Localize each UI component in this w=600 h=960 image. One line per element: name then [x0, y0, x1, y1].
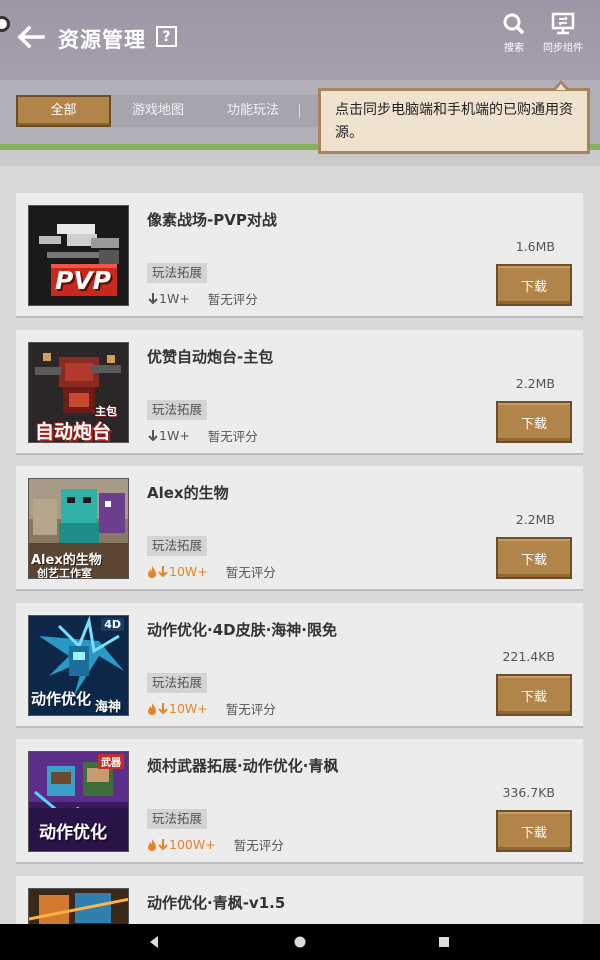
resource-card[interactable]: 动作优化·青枫-v1.5	[16, 876, 583, 924]
resource-card[interactable]: 主包 自动炮台 优赞自动炮台-主包 玩法拓展 1W+ 暂无评分 2.2MB 下载	[16, 330, 583, 455]
resource-stats: 10W+ 暂无评分	[147, 562, 276, 581]
download-count: 10W+	[147, 701, 208, 716]
resource-thumbnail: 主包 自动炮台	[28, 342, 129, 443]
resource-tag: 玩法拓展	[147, 536, 208, 556]
resource-thumbnail: PVP	[28, 205, 129, 306]
resource-tag: 玩法拓展	[147, 263, 208, 283]
resource-stats: 1W+ 暂无评分	[147, 426, 258, 445]
file-size: 221.4KB	[502, 649, 555, 664]
search-label: 搜索	[504, 43, 524, 54]
search-icon	[503, 13, 525, 35]
rating-text: 暂无评分	[225, 702, 276, 717]
rating-text: 暂无评分	[207, 429, 258, 444]
search-button[interactable]: 搜索	[487, 12, 541, 54]
resource-thumbnail	[28, 888, 129, 924]
resource-stats: 1W+ 暂无评分	[147, 289, 258, 308]
nav-recents-icon	[439, 937, 449, 947]
file-size: 336.7KB	[502, 785, 555, 800]
thumbnail-caption: 自动炮台	[35, 421, 112, 443]
thumbnail-subcaption: 创艺工作室	[37, 567, 92, 579]
resource-title: 动作优化·青枫-v1.5	[147, 894, 286, 912]
download-count: 10W+	[147, 564, 208, 579]
download-arrow-icon	[158, 566, 168, 578]
qingfeng-thumbnail-art	[29, 889, 128, 924]
download-count: 1W+	[147, 428, 190, 443]
tooltip-arrow-inner	[556, 84, 566, 90]
thumbnail-badge: 武器	[98, 754, 124, 769]
download-button[interactable]: 下载	[496, 810, 572, 852]
resource-list[interactable]: PVP 像素战场-PVP对战 玩法拓展 1W+ 暂无评分 1.6MB 下载 主包…	[0, 166, 600, 924]
resource-stats: 10W+ 暂无评分	[147, 699, 276, 718]
download-count-value: 10W+	[169, 701, 208, 716]
resource-card[interactable]: 武器 动作优化 烦村武器拓展·动作优化·青枫 玩法拓展 100W+ 暂无评分 3…	[16, 739, 583, 864]
thumbnail-badge: 4D	[101, 618, 124, 631]
download-button[interactable]: 下载	[496, 401, 572, 443]
nav-recents-button[interactable]	[414, 924, 474, 960]
flame-icon	[148, 702, 156, 715]
rating-text: 暂无评分	[207, 292, 258, 307]
thumbnail-subcaption: 海神	[95, 700, 122, 715]
resource-title: 像素战场-PVP对战	[147, 211, 277, 229]
back-arrow-icon	[17, 25, 45, 49]
nav-home-button[interactable]	[270, 924, 330, 960]
download-count-value: 1W+	[159, 291, 190, 306]
thumbnail-caption: 动作优化	[31, 690, 92, 708]
download-count-value: 1W+	[159, 428, 190, 443]
thumbnail-caption: PVP	[55, 266, 111, 295]
flame-icon	[148, 838, 156, 851]
download-count-value: 100W+	[169, 837, 216, 852]
back-button[interactable]	[16, 22, 46, 52]
resource-tag: 玩法拓展	[147, 809, 208, 829]
resource-tag: 玩法拓展	[147, 400, 208, 420]
flame-icon	[148, 565, 156, 578]
app-header: 资源管理 ? 搜索 同步组件	[0, 0, 600, 80]
download-count: 100W+	[147, 837, 216, 852]
file-size: 1.6MB	[515, 239, 555, 254]
sync-tooltip[interactable]: 点击同步电脑端和手机端的已购通用资源。	[318, 88, 590, 154]
download-button[interactable]: 下载	[496, 264, 572, 306]
tab-separator	[299, 104, 300, 118]
help-button[interactable]: ?	[156, 26, 177, 47]
system-nav-bar	[0, 924, 600, 960]
resource-title: 优赞自动炮台-主包	[147, 348, 274, 366]
resource-card[interactable]: PVP 像素战场-PVP对战 玩法拓展 1W+ 暂无评分 1.6MB 下载	[16, 193, 583, 318]
download-arrow-icon	[158, 839, 168, 851]
download-count: 1W+	[147, 291, 190, 306]
resource-tag: 玩法拓展	[147, 673, 208, 693]
download-arrow-icon	[158, 703, 168, 715]
nav-back-button[interactable]	[124, 924, 184, 960]
resource-card[interactable]: 4D 动作优化 海神 动作优化·4D皮肤·海神·限免 玩法拓展 10W+ 暂无评…	[16, 603, 583, 728]
download-button[interactable]: 下载	[496, 537, 572, 579]
sync-computer-icon	[551, 12, 575, 35]
tab-function-play[interactable]: 功能玩法	[213, 95, 293, 127]
file-size: 2.2MB	[515, 512, 555, 527]
resource-title: 动作优化·4D皮肤·海神·限免	[147, 621, 337, 639]
file-size: 2.2MB	[515, 376, 555, 391]
sync-label: 同步组件	[543, 43, 583, 54]
page-title: 资源管理	[58, 28, 146, 52]
resource-title: Alex的生物	[147, 484, 229, 502]
download-arrow-icon	[148, 430, 158, 442]
resource-stats: 100W+ 暂无评分	[147, 835, 284, 854]
tab-game-maps[interactable]: 游戏地图	[118, 95, 198, 127]
download-count-value: 10W+	[169, 564, 208, 579]
download-button[interactable]: 下载	[496, 674, 572, 716]
tab-all[interactable]: 全部	[16, 95, 111, 127]
nav-home-icon	[294, 936, 306, 948]
system-overlay-dot	[0, 16, 10, 32]
resource-title: 烦村武器拓展·动作优化·青枫	[147, 757, 339, 775]
thumbnail-caption: 动作优化	[39, 823, 107, 843]
nav-back-icon	[150, 936, 158, 948]
resource-thumbnail: 武器 动作优化	[28, 751, 129, 852]
download-arrow-icon	[148, 293, 158, 305]
rating-text: 暂无评分	[225, 565, 276, 580]
resource-card[interactable]: Alex的生物 创艺工作室 Alex的生物 玩法拓展 10W+ 暂无评分 2.2…	[16, 466, 583, 591]
resource-thumbnail: 4D 动作优化 海神	[28, 615, 129, 716]
sync-button[interactable]: 同步组件	[536, 12, 590, 54]
resource-thumbnail: Alex的生物 创艺工作室	[28, 478, 129, 579]
rating-text: 暂无评分	[233, 838, 284, 853]
